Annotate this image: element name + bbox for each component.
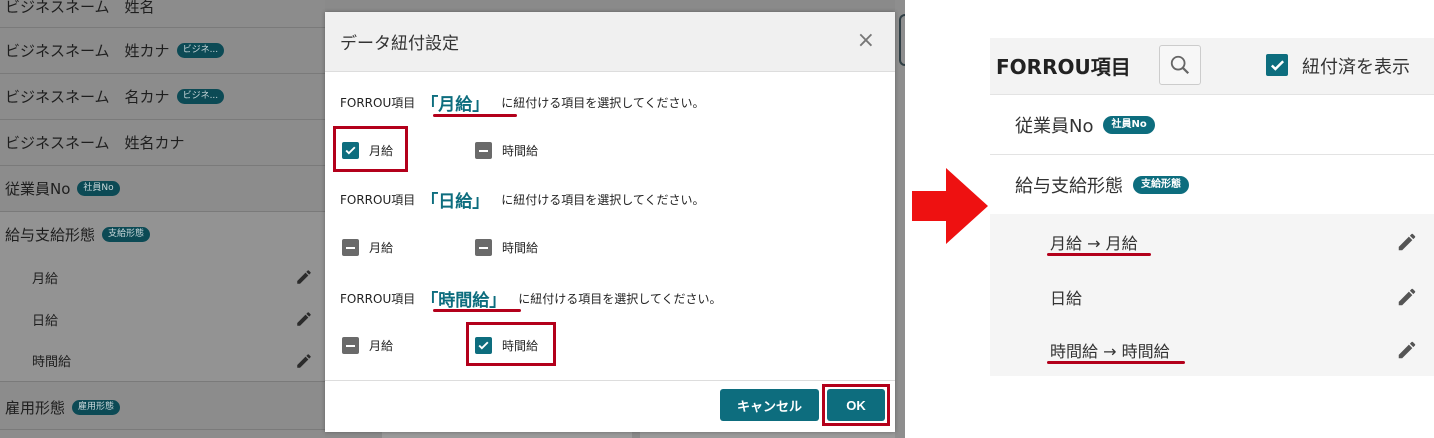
sub-list-item: 時間給 [0, 340, 325, 382]
sub-list-item: 月給 [0, 256, 325, 298]
pencil-icon [297, 270, 311, 284]
panel-header: FORROU項目 紐付済を表示 [990, 38, 1434, 94]
list-item-label: 給与支給形態 [1015, 175, 1123, 197]
checkbox-indeterminate[interactable] [342, 239, 359, 256]
sub-list-item-label: 月給 [32, 271, 59, 287]
section-name: 「日給」 [421, 192, 490, 212]
list-item[interactable]: 給与支給形態 支給形態 [990, 154, 1434, 214]
option-monthly[interactable]: 月給 [342, 239, 393, 256]
list-item: ビジネスネーム 姓カナ ビジネ... [0, 28, 325, 74]
data-link-dialog: データ紐付設定 × FORROU項目 「月給」 に紐付ける項目を選択してください… [325, 12, 895, 432]
list-item-label: 従業員No [5, 180, 71, 198]
list-item-label: ビジネスネーム 姓名カナ [5, 134, 185, 152]
pencil-icon[interactable] [1396, 339, 1418, 361]
option-hourly[interactable]: 時間給 [475, 337, 538, 354]
background-button-edge [899, 14, 905, 66]
search-icon [1170, 55, 1190, 75]
pencil-icon[interactable] [1396, 231, 1418, 253]
section-prefix: FORROU項目 [340, 193, 416, 207]
list-item-badge: 支給形態 [1133, 175, 1189, 194]
pencil-icon [297, 312, 311, 326]
list-item-badge: 社員No [77, 181, 120, 196]
sub-list-item-label: 時間給 [32, 355, 72, 370]
highlight-underline [433, 309, 521, 312]
option-label: 時間給 [502, 339, 539, 353]
search-button[interactable] [1159, 45, 1201, 85]
checkbox-indeterminate[interactable] [475, 142, 492, 159]
section-name: 「月給」 [421, 95, 490, 115]
sub-list-item: 日給 [0, 298, 325, 340]
check-icon [345, 146, 356, 155]
option-monthly[interactable]: 月給 [342, 337, 393, 354]
sub-list-item[interactable]: 月給 → 月給 [990, 214, 1434, 270]
panel-title: FORROU項目 [996, 55, 1131, 79]
pencil-icon[interactable] [1396, 286, 1418, 308]
section-instruction: FORROU項目 「日給」 に紐付ける項目を選択してください。 [340, 187, 705, 212]
dialog-header: データ紐付設定 [325, 12, 895, 72]
list-item: 給与支給形態 支給形態 [0, 212, 325, 256]
sub-list-item[interactable]: 日給 [990, 270, 1434, 324]
highlight-underline [433, 114, 517, 117]
check-icon [478, 341, 489, 350]
checkbox-checked[interactable] [342, 142, 359, 159]
pencil-icon [297, 353, 311, 368]
cancel-button[interactable]: キャンセル [720, 389, 819, 421]
show-linked-checkbox[interactable] [1266, 54, 1288, 76]
section-suffix: に紐付ける項目を選択してください。 [501, 193, 705, 207]
list-item-badge: ビジネ... [176, 89, 225, 104]
dialog-title: データ紐付設定 [340, 34, 459, 54]
option-label: 月給 [369, 144, 394, 158]
highlight-box [822, 384, 890, 426]
checkbox-indeterminate[interactable] [475, 239, 492, 256]
field-list-panel: FORROU項目 紐付済を表示 従業員No 社員No 給与支給形態 支給形態 月… [990, 38, 1434, 376]
section-prefix: FORROU項目 [340, 96, 416, 110]
highlight-underline [1047, 253, 1151, 256]
checkbox-indeterminate[interactable] [342, 337, 359, 354]
list-item-badge: ビジネ... [176, 43, 225, 58]
section-name: 「時間給」 [421, 291, 507, 311]
list-item-badge: 支給形態 [102, 226, 151, 242]
checkbox-checked[interactable] [475, 337, 492, 354]
list-item-label: 給与支給形態 [5, 225, 96, 244]
list-item[interactable]: 従業員No 社員No [990, 94, 1434, 154]
section-instruction: FORROU項目 「時間給」 に紐付ける項目を選択してください。 [340, 286, 722, 311]
list-item: 雇用形態 雇用形態 [0, 386, 325, 430]
list-item: ビジネスネーム 姓名 [0, 0, 325, 28]
list-item: 従業員No 社員No [0, 166, 325, 212]
list-item-label: 従業員No [1015, 115, 1094, 137]
option-label: 月給 [369, 339, 394, 353]
check-icon [1270, 59, 1284, 71]
list-item-label: ビジネスネーム 姓カナ [5, 42, 170, 60]
section-prefix: FORROU項目 [340, 292, 416, 306]
list-item-badge: 雇用形態 [72, 400, 121, 415]
sub-list-item[interactable]: 時間給 → 時間給 [990, 324, 1434, 376]
list-item-label: 雇用形態 [5, 399, 66, 417]
section-instruction: FORROU項目 「月給」 に紐付ける項目を選択してください。 [340, 90, 705, 115]
list-item-badge: 社員No [1103, 115, 1155, 134]
sub-list-item-label: 日給 [1050, 289, 1083, 308]
list-item-label: ビジネスネーム 姓名 [5, 0, 155, 16]
sub-list-item-label: 時間給 → 時間給 [1050, 342, 1170, 361]
highlight-underline [1047, 361, 1185, 364]
list-item: ビジネスネーム 名カナ ビジネ... [0, 74, 325, 120]
arrow-right-icon [912, 168, 988, 244]
option-label: 時間給 [502, 144, 539, 158]
option-label: 時間給 [502, 241, 539, 255]
sub-list-item-label: 日給 [32, 313, 59, 329]
close-icon[interactable]: × [857, 30, 875, 52]
show-linked-label: 紐付済を表示 [1302, 57, 1410, 78]
background-field-list: ビジネスネーム 姓名 ビジネスネーム 姓カナ ビジネ... ビジネスネーム 名カ… [0, 0, 325, 438]
sub-list-item-label: 月給 → 月給 [1050, 234, 1138, 253]
section-suffix: に紐付ける項目を選択してください。 [518, 292, 722, 306]
option-hourly[interactable]: 時間給 [475, 239, 538, 256]
option-monthly[interactable]: 月給 [342, 142, 393, 159]
section-suffix: に紐付ける項目を選択してください。 [501, 96, 705, 110]
option-hourly[interactable]: 時間給 [475, 142, 538, 159]
option-label: 月給 [369, 241, 394, 255]
list-item: ビジネスネーム 姓名カナ [0, 120, 325, 166]
list-item-label: ビジネスネーム 名カナ [5, 88, 170, 106]
